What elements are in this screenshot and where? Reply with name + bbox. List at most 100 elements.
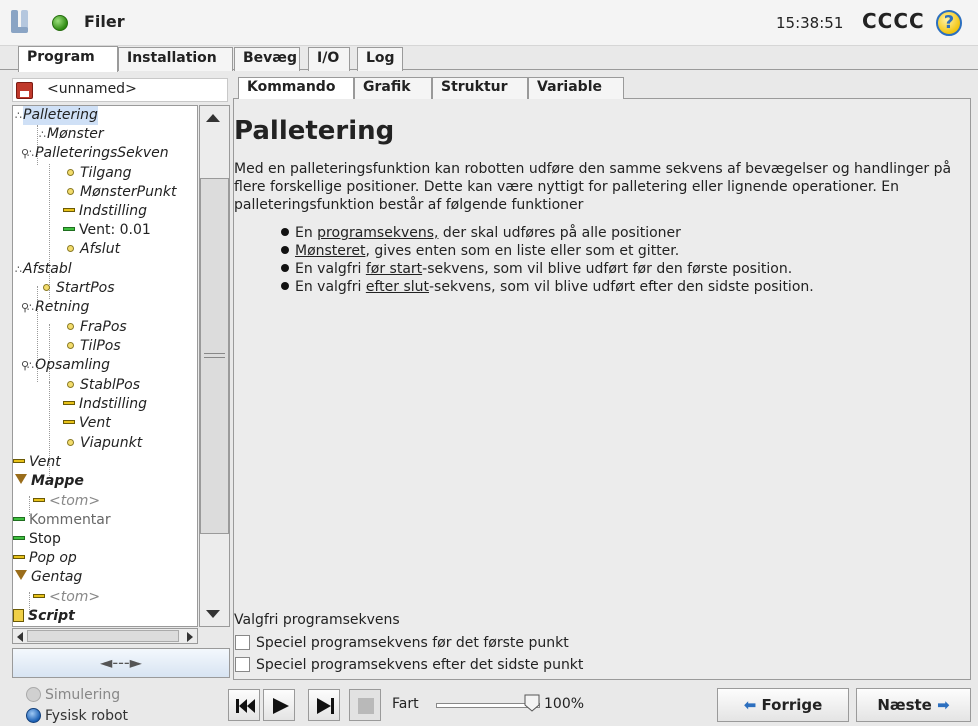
radio-icon[interactable] — [26, 687, 41, 702]
play-button[interactable] — [263, 689, 295, 721]
tree-item[interactable]: StartPos — [43, 279, 115, 298]
tab-move[interactable]: Bevæg — [234, 47, 300, 71]
palletize-icon: ∴ — [39, 128, 46, 141]
tree-item[interactable]: Vent — [13, 453, 61, 472]
tree-item[interactable]: ∴ Mønster — [39, 125, 104, 144]
tab-installation[interactable]: Installation — [118, 47, 233, 71]
checkbox[interactable] — [235, 657, 250, 672]
grip-icon — [204, 353, 225, 358]
robot-status-icon — [52, 15, 68, 31]
tree-item[interactable]: TilPos — [67, 337, 121, 356]
radio-icon[interactable] — [26, 708, 41, 723]
tree-item[interactable]: Indstilling — [63, 202, 147, 221]
program-tree[interactable]: ∴ Palletering ∴ Mønster ⚲∴ PalleteringsSekv… — [12, 105, 198, 627]
scroll-up-icon[interactable] — [206, 114, 220, 122]
arrow-left-icon: ⬅ — [743, 696, 757, 714]
tree-item[interactable]: <tom> — [33, 588, 100, 607]
skip-to-start-button[interactable] — [228, 689, 260, 721]
page-title: Palletering — [234, 116, 395, 146]
before-first-point-option[interactable]: Speciel programsekvens før det første pu… — [235, 635, 569, 653]
tree-item[interactable]: Vent: 0.01 — [63, 221, 151, 240]
scroll-down-icon[interactable] — [206, 610, 220, 618]
tree-item[interactable]: Kommentar — [13, 511, 111, 530]
command-icon — [63, 420, 75, 424]
after-end-link[interactable]: efter slut — [366, 279, 429, 295]
tree-item[interactable]: Vent — [63, 414, 111, 433]
tree-item[interactable]: Afslut — [67, 240, 120, 259]
ur-logo-icon — [11, 10, 28, 33]
tree-item[interactable]: Tilgang — [67, 164, 132, 183]
tree-item[interactable]: Script — [13, 607, 75, 626]
command-icon — [33, 498, 45, 502]
tree-item[interactable]: FraPos — [67, 318, 127, 337]
tree-item[interactable]: Stop — [13, 530, 61, 549]
checkbox[interactable] — [235, 635, 250, 650]
tree-item[interactable]: ∴ Palletering — [15, 106, 98, 125]
command-icon — [13, 459, 25, 463]
tree-item[interactable]: <tom> — [33, 492, 100, 511]
tree-item[interactable]: MønsterPunkt — [67, 183, 176, 202]
tree-item[interactable]: StablPos — [67, 376, 140, 395]
folder-icon — [15, 474, 27, 484]
scroll-right-icon[interactable] — [187, 632, 193, 642]
after-last-point-option[interactable]: Speciel programsekvens efter det sidste … — [235, 657, 583, 675]
command-icon — [13, 555, 25, 559]
app-title[interactable]: Filer — [84, 12, 125, 31]
command-icon — [63, 227, 75, 231]
waypoint-icon — [67, 381, 74, 388]
waypoint-icon — [67, 169, 74, 176]
waypoint-icon — [67, 188, 74, 195]
tab-io[interactable]: I/O — [308, 47, 350, 71]
step-button[interactable] — [308, 689, 340, 721]
tree-item[interactable]: ∴ Afstabl — [15, 260, 72, 279]
tree-horizontal-scrollbar[interactable] — [12, 628, 198, 644]
next-button[interactable]: Næste ➡ — [856, 688, 971, 722]
physical-robot-radio[interactable]: Fysisk robot — [26, 708, 128, 724]
bullet-icon — [281, 246, 289, 254]
bullet-icon — [281, 228, 289, 236]
arrow-right-icon: ➡ — [937, 696, 950, 714]
tab-program[interactable]: Program — [18, 46, 118, 72]
tree-item[interactable]: Mappe — [15, 472, 84, 491]
tab-graphics[interactable]: Grafik — [354, 77, 432, 99]
command-icon — [63, 401, 75, 405]
pattern-link[interactable]: Mønsteret — [295, 243, 365, 259]
move-node-button[interactable]: ◄---► — [12, 648, 230, 678]
tree-item[interactable]: Indstilling — [63, 395, 147, 414]
scroll-thumb[interactable] — [27, 630, 179, 642]
help-icon[interactable]: ? — [936, 10, 962, 36]
waypoint-icon — [67, 245, 74, 252]
save-icon[interactable] — [16, 82, 33, 99]
scroll-thumb[interactable] — [200, 178, 229, 534]
tree-item[interactable]: ⚲∴ Opsamling — [21, 356, 110, 375]
program-name: <unnamed> — [47, 81, 137, 97]
feature-list: En programsekvens, der skal udføres på a… — [281, 224, 814, 296]
tree-item[interactable]: ⚲∴ Retning — [21, 298, 89, 317]
tree-vertical-scrollbar[interactable] — [199, 105, 230, 627]
list-item: En valgfri efter slut-sekvens, som vil b… — [281, 278, 814, 296]
waypoint-icon — [67, 323, 74, 330]
tab-log[interactable]: Log — [357, 47, 403, 71]
program-sequence-link[interactable]: programsekvens, — [317, 225, 438, 241]
program-file-row[interactable]: <unnamed> — [12, 78, 228, 102]
optional-sequence-label: Valgfri programsekvens — [234, 612, 400, 628]
tab-command[interactable]: Kommando — [238, 77, 354, 99]
robot-name: CCCC — [862, 9, 925, 33]
script-icon — [13, 609, 24, 622]
simulation-radio[interactable]: Simulering — [26, 687, 120, 703]
speed-label: Fart — [392, 696, 419, 712]
speed-value: 100% — [544, 696, 585, 712]
tree-item[interactable]: Gentag — [15, 568, 82, 587]
tree-item[interactable]: Viapunkt — [67, 434, 142, 453]
tab-structure[interactable]: Struktur — [432, 77, 528, 99]
tree-item[interactable]: Pop op — [13, 549, 77, 568]
previous-button[interactable]: ⬅ Forrige — [717, 688, 849, 722]
tree-item[interactable]: ⚲∴ PalleteringsSekven — [21, 144, 169, 163]
before-start-link[interactable]: før start — [366, 261, 422, 277]
stop-button[interactable] — [349, 689, 381, 721]
palletize-icon: ∴ — [15, 263, 22, 276]
command-icon — [13, 517, 25, 521]
scroll-left-icon[interactable] — [17, 632, 23, 642]
speed-slider-handle[interactable] — [524, 694, 540, 712]
tab-variables[interactable]: Variable — [528, 77, 624, 99]
